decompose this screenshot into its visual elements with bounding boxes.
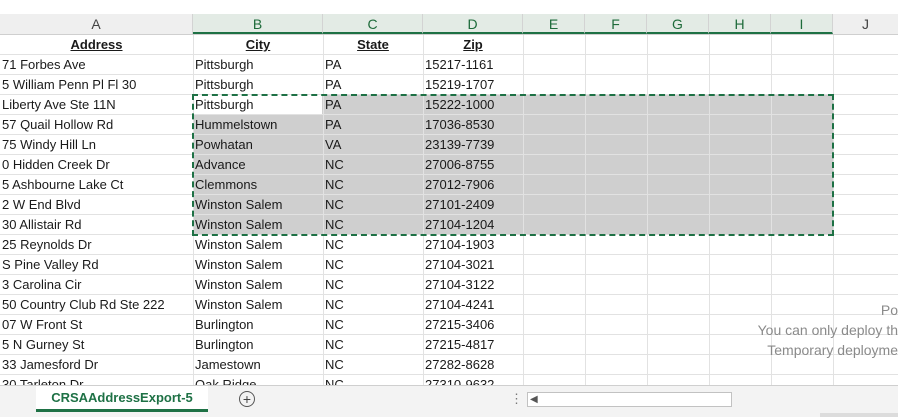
cell-city[interactable]: Winston Salem xyxy=(193,235,323,254)
column-header-b[interactable]: B xyxy=(193,14,323,34)
cell-state[interactable]: NC xyxy=(323,355,423,374)
cell-city[interactable]: Pittsburgh xyxy=(193,55,323,74)
cell-zip[interactable]: 15217-1161 xyxy=(423,55,523,74)
cell-state[interactable]: PA xyxy=(323,75,423,94)
tab-menu-icon[interactable]: ⋮ xyxy=(510,391,523,407)
column-header-f[interactable]: F xyxy=(585,14,647,34)
sheet-tab-bar: CRSAAddressExport-5 + ⋮ ◀ xyxy=(0,385,898,417)
cell-city[interactable]: Oak Ridge xyxy=(193,375,323,385)
table-row: 25 Reynolds Dr Winston Salem NC 27104-1903 xyxy=(0,235,898,255)
cell-zip[interactable]: 27104-3122 xyxy=(423,275,523,294)
table-row: 50 Country Club Rd Ste 222 Winston Salem N… xyxy=(0,295,898,315)
header-cell-zip[interactable]: Zip xyxy=(423,35,523,54)
cell-zip[interactable]: 27104-3021 xyxy=(423,255,523,274)
cell-address[interactable]: 0 Hidden Creek Dr xyxy=(0,155,193,174)
column-header-i[interactable]: I xyxy=(771,14,833,34)
column-header-g[interactable]: G xyxy=(647,14,709,34)
table-row: 5 William Penn Pl Fl 30 Pittsburgh PA 15219… xyxy=(0,75,898,95)
cell-zip[interactable]: 27215-4817 xyxy=(423,335,523,354)
cell-zip[interactable]: 27104-4241 xyxy=(423,295,523,314)
cell-address[interactable]: 57 Quail Hollow Rd xyxy=(0,115,193,134)
column-header-d[interactable]: D xyxy=(423,14,523,34)
cell-state[interactable]: NC xyxy=(323,255,423,274)
cell-address[interactable]: 50 Country Club Rd Ste 222 xyxy=(0,295,193,314)
cell-state[interactable]: PA xyxy=(323,55,423,74)
column-header-c[interactable]: C xyxy=(323,14,423,34)
cell-state[interactable]: NC xyxy=(323,335,423,354)
cell-zip[interactable]: 27104-1903 xyxy=(423,235,523,254)
table-row: 30 Tarleton Dr Oak Ridge NC 27310-9632 xyxy=(0,375,898,385)
cell-address[interactable]: 33 Jamesford Dr xyxy=(0,355,193,374)
column-header-e[interactable]: E xyxy=(523,14,585,34)
cell-address[interactable]: S Pine Valley Rd xyxy=(0,255,193,274)
cell-city[interactable]: Pittsburgh xyxy=(193,75,323,94)
cell-city[interactable]: Winston Salem xyxy=(193,275,323,294)
cell-zip[interactable]: 15219-1707 xyxy=(423,75,523,94)
column-header-j[interactable]: J xyxy=(833,14,898,34)
add-sheet-icon[interactable]: + xyxy=(239,391,255,407)
cell-state[interactable]: NC xyxy=(323,275,423,294)
header-cell-city[interactable]: City xyxy=(193,35,323,54)
column-header-a[interactable]: A xyxy=(0,14,193,34)
table-row: 5 N Gurney St Burlington NC 27215-4817 xyxy=(0,335,898,355)
scroll-grip[interactable] xyxy=(820,413,898,417)
cell-address[interactable]: 30 Allistair Rd xyxy=(0,215,193,234)
column-header-h[interactable]: H xyxy=(709,14,771,34)
table-row: S Pine Valley Rd Winston Salem NC 27104-302… xyxy=(0,255,898,275)
cell-zip[interactable]: 27282-8628 xyxy=(423,355,523,374)
table-row: 3 Carolina Cir Winston Salem NC 27104-3122 xyxy=(0,275,898,295)
toolbar-edge xyxy=(0,0,898,15)
cell-address[interactable]: 5 N Gurney St xyxy=(0,335,193,354)
cell-city[interactable]: Winston Salem xyxy=(193,295,323,314)
cell-zip[interactable]: 27310-9632 xyxy=(423,375,523,385)
cell-city[interactable]: Burlington xyxy=(193,335,323,354)
cell-address[interactable]: 07 W Front St xyxy=(0,315,193,334)
cell-state[interactable]: NC xyxy=(323,295,423,314)
header-cell-address[interactable]: Address xyxy=(0,35,193,54)
cell-address[interactable]: 30 Tarleton Dr xyxy=(0,375,193,385)
cell-address[interactable]: 75 Windy Hill Ln xyxy=(0,135,193,154)
cell-city[interactable]: Jamestown xyxy=(193,355,323,374)
cell-zip[interactable]: 27215-3406 xyxy=(423,315,523,334)
cell-state[interactable]: NC xyxy=(323,375,423,385)
cell-address[interactable]: Liberty Ave Ste 11N xyxy=(0,95,193,114)
sheet-tab-crsaaddressexport-5[interactable]: CRSAAddressExport-5 xyxy=(36,386,208,412)
cell-address[interactable]: 5 Ashbourne Lake Ct xyxy=(0,175,193,194)
overlay-text-2: You can only deploy th xyxy=(757,322,898,338)
cell-address[interactable]: 5 William Penn Pl Fl 30 xyxy=(0,75,193,94)
cell-city[interactable]: Burlington xyxy=(193,315,323,334)
copy-selection-marquee xyxy=(192,94,834,236)
scroll-left-icon[interactable]: ◀ xyxy=(530,394,538,405)
cell-address[interactable]: 25 Reynolds Dr xyxy=(0,235,193,254)
table-row: 33 Jamesford Dr Jamestown NC 27282-8628 xyxy=(0,355,898,375)
header-cell-state[interactable]: State xyxy=(323,35,423,54)
cell-state[interactable]: NC xyxy=(323,235,423,254)
horizontal-scrollbar[interactable]: ◀ xyxy=(527,392,732,407)
overlay-text-1: Po xyxy=(880,302,898,318)
cell-address[interactable]: 71 Forbes Ave xyxy=(0,55,193,74)
cell-address[interactable]: 3 Carolina Cir xyxy=(0,275,193,294)
cell-address[interactable]: 2 W End Blvd xyxy=(0,195,193,214)
table-row: 71 Forbes Ave Pittsburgh PA 15217-1161 xyxy=(0,55,898,75)
cell-state[interactable]: NC xyxy=(323,315,423,334)
header-row: Address City State Zip xyxy=(0,35,898,55)
column-header-bar: A B C D E F G H I J xyxy=(0,14,898,35)
cell-city[interactable]: Winston Salem xyxy=(193,255,323,274)
overlay-text-3: Temporary deployme xyxy=(767,342,898,358)
